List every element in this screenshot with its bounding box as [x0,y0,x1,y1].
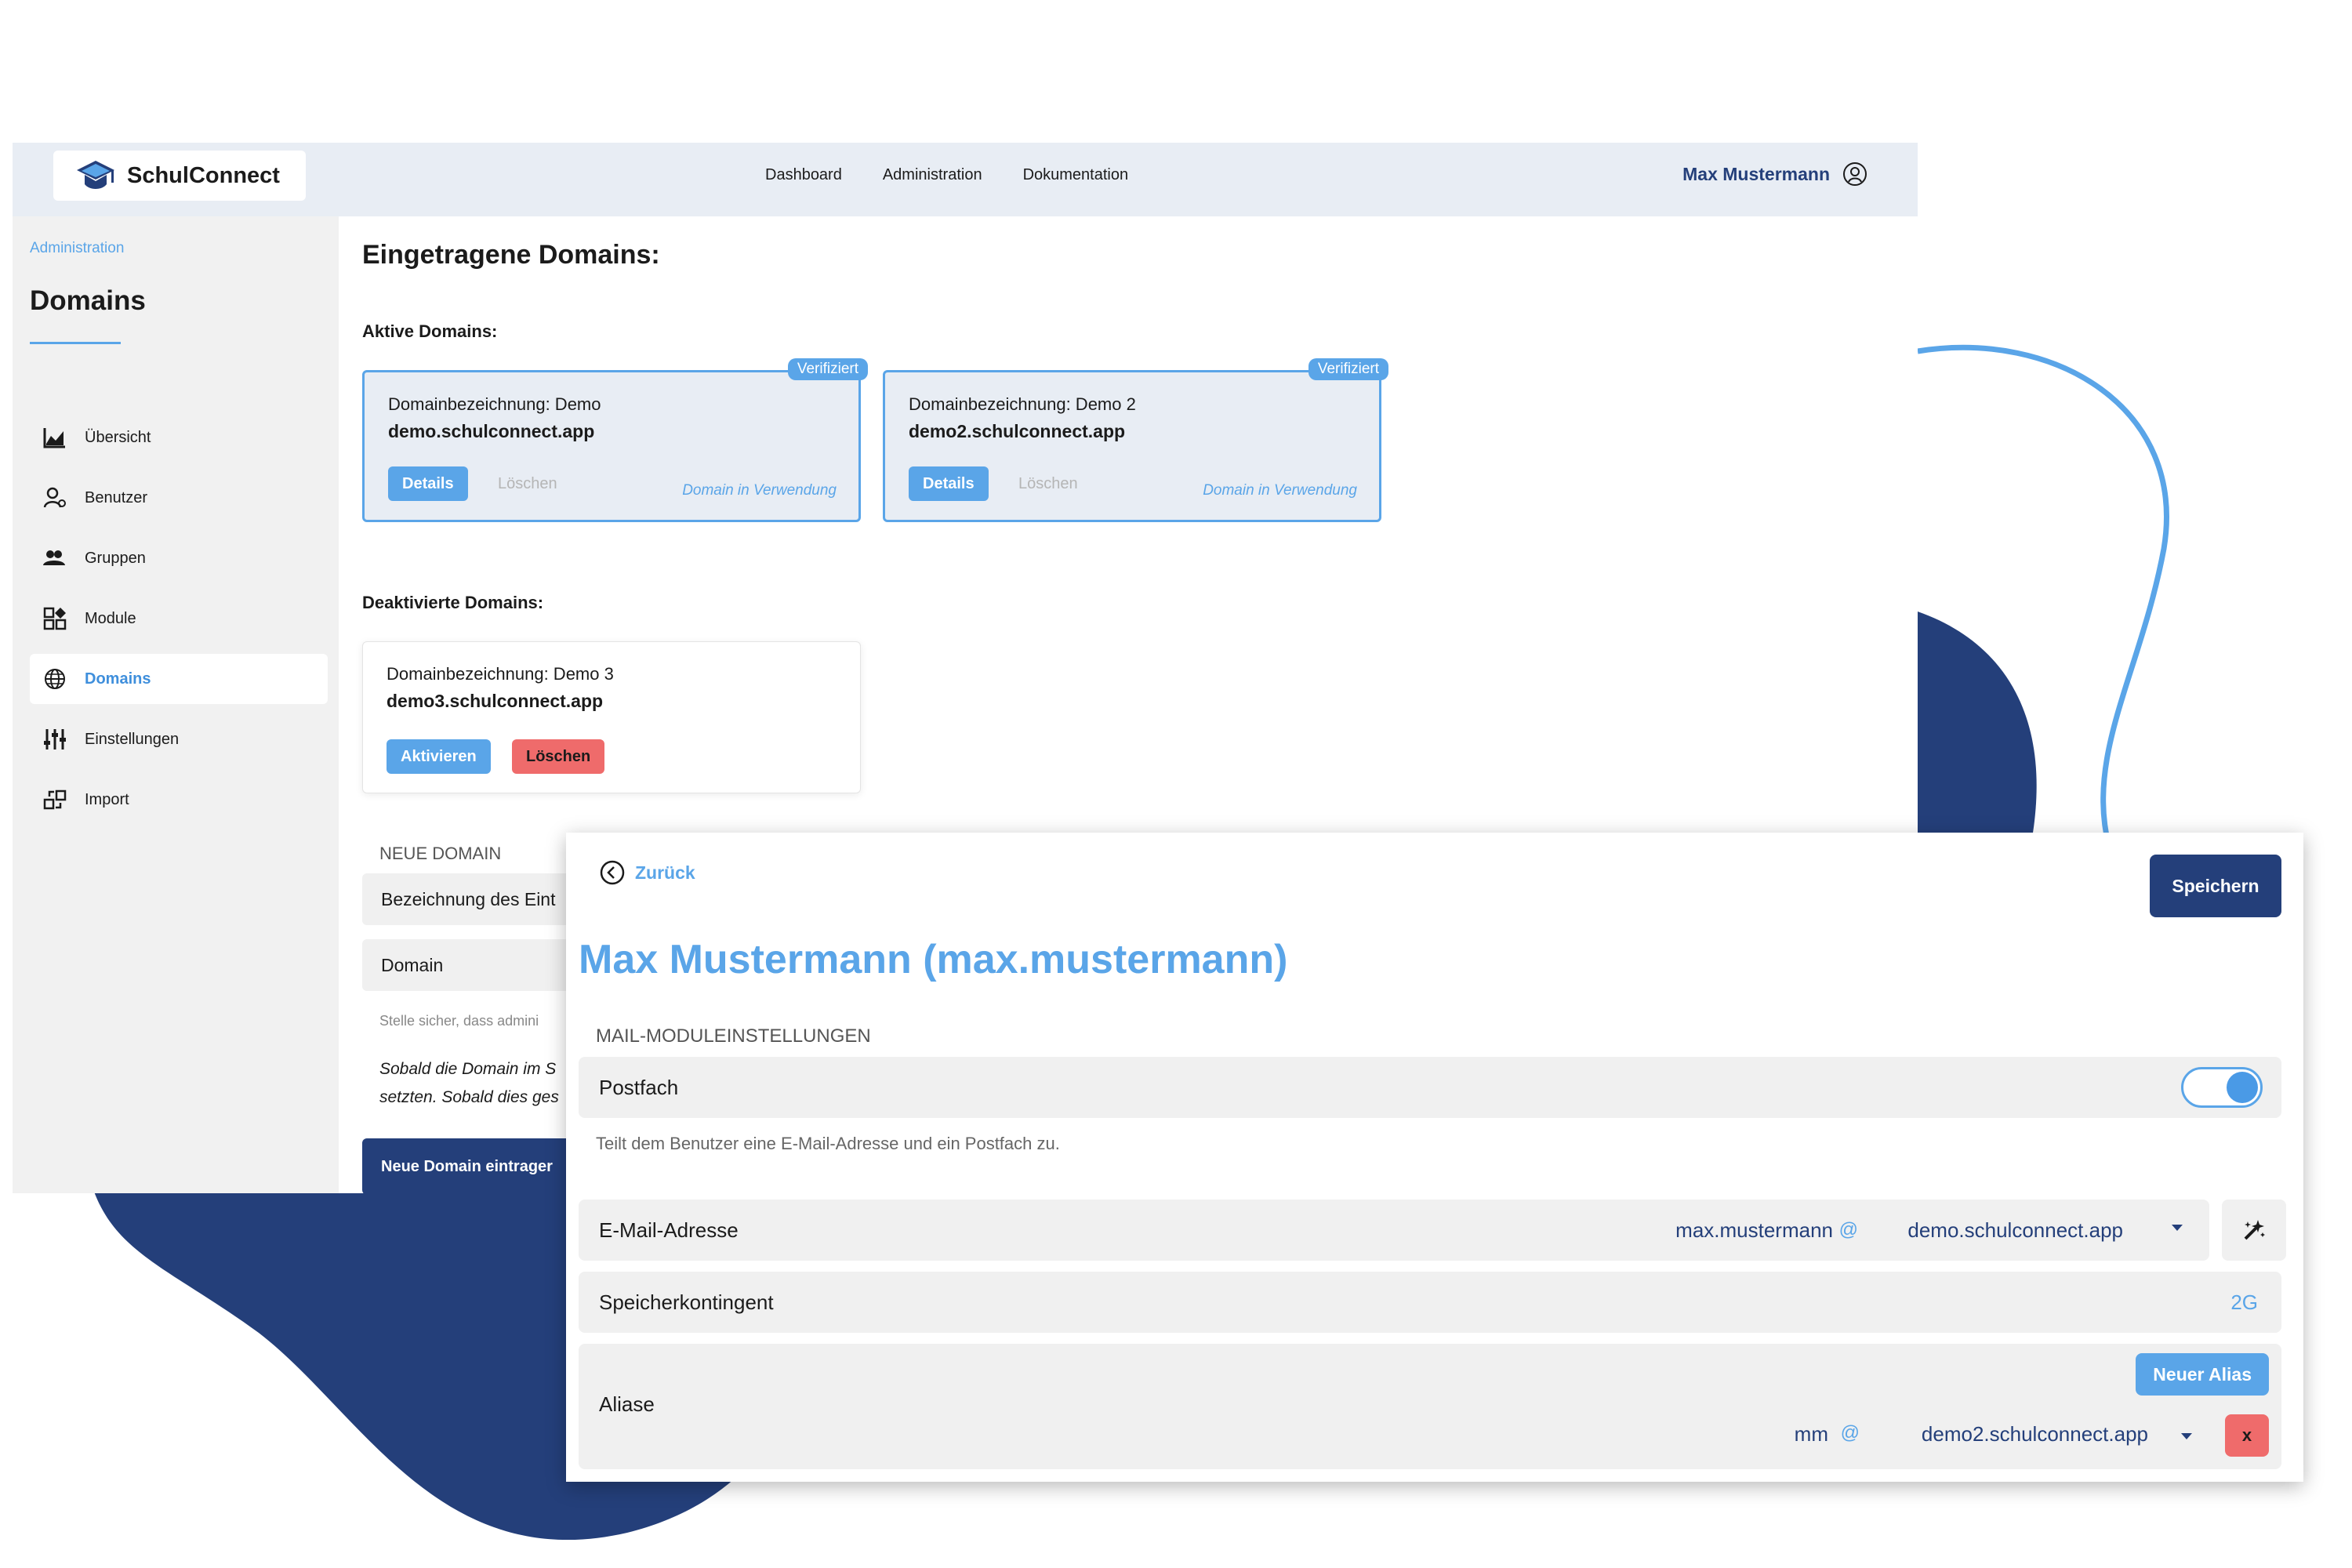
quota-value[interactable]: 2G [2230,1290,2258,1315]
nav-dokumentation[interactable]: Dokumentation [1023,166,1129,184]
add-domain-button[interactable]: Neue Domain eintrager [362,1138,572,1193]
activate-button[interactable]: Aktivieren [387,739,491,774]
postfach-row: Postfach [579,1057,2281,1118]
alias-domain-select[interactable]: demo2.schulconnect.app [1922,1422,2148,1446]
toggle-knob [2227,1072,2258,1103]
delete-alias-button[interactable]: x [2225,1414,2269,1457]
globe-icon [42,666,67,691]
email-domain-select[interactable]: demo.schulconnect.app [1907,1218,2123,1243]
sliders-icon [42,727,67,752]
decor-blob-right [1918,612,2037,847]
sidebar-item-domains[interactable]: Domains [30,654,328,704]
delete-button-disabled[interactable]: Löschen [498,466,557,501]
domain-name: demo3.schulconnect.app [387,691,604,711]
user-menu[interactable]: Max Mustermann [1682,162,1867,187]
new-alias-button[interactable]: Neuer Alias [2136,1353,2269,1396]
page-title: Eingetragene Domains: [362,240,660,270]
nav-dashboard[interactable]: Dashboard [765,166,842,184]
generate-email-button[interactable] [2222,1200,2286,1261]
domain-hint: Stelle sicher, dass admini [379,1013,539,1029]
active-domains-title: Aktive Domains: [362,321,498,341]
domain-card-demo2: Verifiziert Domainbezeichnung: Demo 2 de… [883,358,1388,522]
sidebar-item-label: Benutzer [85,488,148,506]
sidebar-item-einstellungen[interactable]: Einstellungen [30,714,328,764]
chevron-left-icon [600,860,625,885]
at-sign: @ [1838,1219,1858,1240]
user-mail-settings-panel: Zurück Speichern Max Mustermann (max.mus… [566,833,2303,1482]
top-navigation-bar: SchulConnect Dashboard Administration Do… [13,143,1918,216]
nav-administration[interactable]: Administration [883,166,982,184]
verified-badge: Verifiziert [1308,358,1388,380]
breadcrumb[interactable]: Administration [30,240,124,257]
panel-title: Max Mustermann (max.mustermann) [579,937,1288,982]
title-underline [30,342,121,344]
delete-button-disabled[interactable]: Löschen [1018,466,1078,501]
modules-icon [42,606,67,631]
postfach-toggle[interactable] [2181,1067,2263,1108]
sidebar-item-benutzer[interactable]: Benutzer [30,473,328,523]
graduation-cap-icon [77,161,114,189]
postfach-hint: Teilt dem Benutzer eine E-Mail-Adresse u… [596,1134,1060,1153]
alias-user-input[interactable]: mm [1795,1422,1828,1446]
sidebar-item-label: Domains [85,670,151,688]
app-name: SchulConnect [127,162,280,188]
domain-status: Domain in Verwendung [1203,482,1357,499]
delete-button[interactable]: Löschen [512,739,605,774]
details-button[interactable]: Details [388,466,468,501]
postfach-label: Postfach [599,1075,679,1099]
sidebar-item-label: Übersicht [85,428,151,446]
sidebar-menu: Übersicht Benutzer Gruppen Module Domain… [30,412,328,835]
sidebar-item-module[interactable]: Module [30,593,328,644]
main-nav: Dashboard Administration Dokumentation [765,166,1128,184]
aliase-row: Aliase Neuer Alias mm @ demo2.schulconne… [579,1344,2281,1469]
inactive-domains-title: Deaktivierte Domains: [362,593,544,612]
sidebar-item-import[interactable]: Import [30,775,328,825]
sidebar-item-gruppen[interactable]: Gruppen [30,533,328,583]
sidebar-item-label: Einstellungen [85,730,180,748]
sidebar-item-uebersicht[interactable]: Übersicht [30,412,328,463]
chevron-down-icon[interactable] [2181,1433,2192,1439]
email-row: E-Mail-Adresse max.mustermann @ demo.sch… [579,1200,2209,1261]
domain-card-demo: Verifiziert Domainbezeichnung: Demo demo… [362,358,868,522]
sidebar-title: Domains [30,285,146,316]
email-label: E-Mail-Adresse [599,1218,739,1242]
domain-label: Domainbezeichnung: Demo [388,394,601,414]
magic-wand-icon [2244,1220,2265,1240]
save-button[interactable]: Speichern [2150,855,2281,917]
sidebar-item-label: Gruppen [85,549,146,567]
back-link[interactable]: Zurück [599,859,695,886]
user-icon [42,485,67,510]
aliase-label: Aliase [599,1392,655,1416]
back-label: Zurück [635,862,695,883]
details-button[interactable]: Details [909,466,989,501]
sidebar-item-label: Import [85,790,129,808]
chevron-down-icon[interactable] [2172,1225,2183,1231]
domain-card-demo3: Domainbezeichnung: Demo 3 demo3.schulcon… [362,641,861,793]
import-icon [42,787,67,812]
email-user-input[interactable]: max.mustermann [1675,1218,1833,1243]
quota-row: Speicherkontingent 2G [579,1272,2281,1333]
app-logo[interactable]: SchulConnect [53,151,306,201]
verified-badge: Verifiziert [787,358,868,380]
group-icon [42,546,67,571]
mail-settings-heading: MAIL-MODULEINSTELLUNGEN [596,1025,871,1047]
domain-label: Domainbezeichnung: Demo 2 [909,394,1136,414]
domain-label: Domainbezeichnung: Demo 3 [387,664,614,684]
domain-status: Domain in Verwendung [682,482,837,499]
at-sign: @ [1840,1422,1860,1443]
user-name: Max Mustermann [1682,163,1830,184]
domain-name: demo2.schulconnect.app [909,421,1126,441]
sidebar-item-label: Module [85,609,136,627]
user-avatar-icon [1843,162,1867,186]
chart-icon [42,425,67,450]
sidebar: Administration Domains Übersicht Benutze… [13,216,339,1193]
domain-name: demo.schulconnect.app [388,421,595,441]
new-domain-heading: NEUE DOMAIN [379,844,502,863]
quota-label: Speicherkontingent [599,1290,774,1314]
